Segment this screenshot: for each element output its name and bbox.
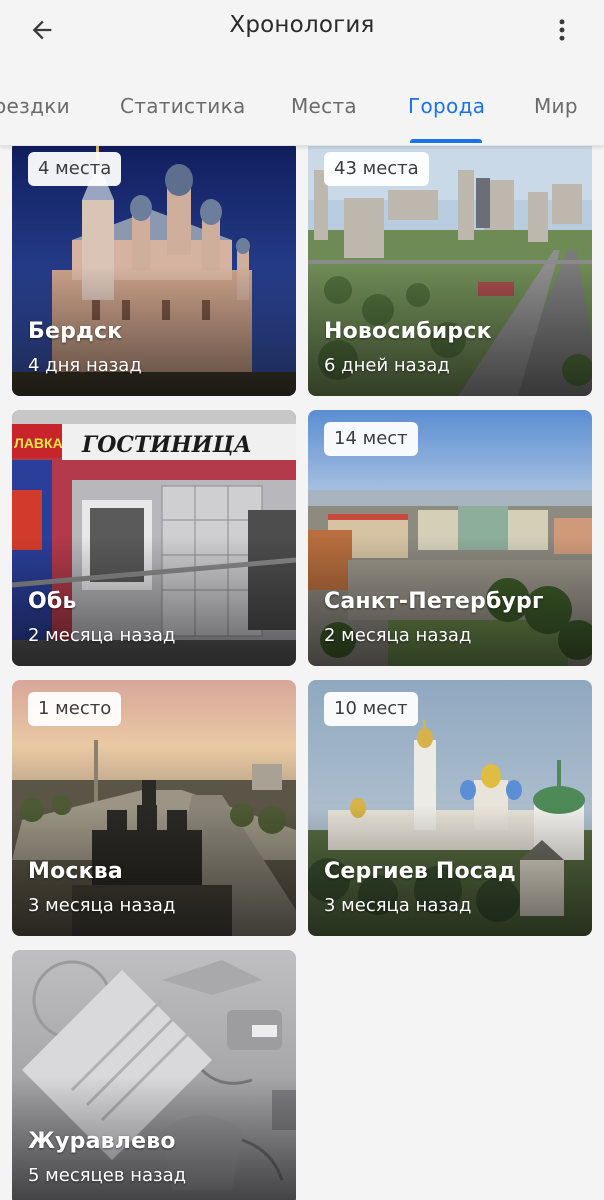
cities-grid: 4 места Бердск 4 дня назад 43 места Ново… [0, 146, 604, 1200]
last-visit-text: 2 месяца назад [28, 625, 176, 646]
active-tab-indicator [410, 139, 482, 143]
tab-statistics[interactable]: Статистика [120, 94, 246, 118]
city-card-sergiev-posad[interactable]: 10 мест Сергиев Посад 3 месяца назад [308, 680, 592, 936]
places-count-badge: 4 места [28, 152, 122, 186]
app-bar: Хронология [0, 0, 604, 58]
more-options-button[interactable] [540, 8, 584, 52]
page-title: Хронология [229, 12, 375, 38]
city-card-zhuravlevo[interactable]: Журавлево 5 месяцев назад [12, 950, 296, 1200]
city-name: Санкт-Петербург [324, 589, 544, 614]
city-name: Сергиев Посад [324, 859, 517, 884]
city-name: Журавлево [28, 1129, 176, 1154]
hotel-sign-text: ГОСТИНИЦА [81, 432, 252, 458]
last-visit-text: 6 дней назад [324, 355, 450, 376]
store-sign-text: ЛАВКА [14, 435, 63, 451]
tab-places[interactable]: Места [291, 94, 357, 118]
city-name: Бердск [28, 319, 123, 344]
city-name: Москва [28, 859, 123, 884]
city-card-saint-petersburg[interactable]: 14 мест Санкт-Петербург 2 месяца назад [308, 410, 592, 666]
last-visit-text: 2 месяца назад [324, 625, 472, 646]
tab-trips[interactable]: оездки [0, 94, 70, 118]
city-name: Обь [28, 589, 77, 614]
city-card-berdsk[interactable]: 4 места Бердск 4 дня назад [12, 146, 296, 396]
places-count-badge: 10 мест [324, 692, 418, 726]
tab-bar: оездки Статистика Места Города Мир [0, 58, 604, 146]
city-name: Новосибирск [324, 319, 492, 344]
last-visit-text: 5 месяцев назад [28, 1165, 187, 1186]
tab-cities[interactable]: Города [408, 94, 485, 118]
places-count-badge: 1 место [28, 692, 122, 726]
places-count-badge: 43 места [324, 152, 429, 186]
last-visit-text: 3 месяца назад [28, 895, 176, 916]
places-count-badge: 14 мест [324, 422, 418, 456]
tab-world[interactable]: Мир [534, 94, 578, 118]
last-visit-text: 3 месяца назад [324, 895, 472, 916]
last-visit-text: 4 дня назад [28, 355, 142, 376]
city-card-ob[interactable]: ЛАВКА ГОСТИНИЦА Обь 2 месяца назад [12, 410, 296, 666]
more-vert-icon [559, 19, 565, 41]
city-card-novosibirsk[interactable]: 43 места Новосибирск 6 дней назад [308, 146, 592, 396]
city-card-moscow[interactable]: 1 место Москва 3 месяца назад [12, 680, 296, 936]
